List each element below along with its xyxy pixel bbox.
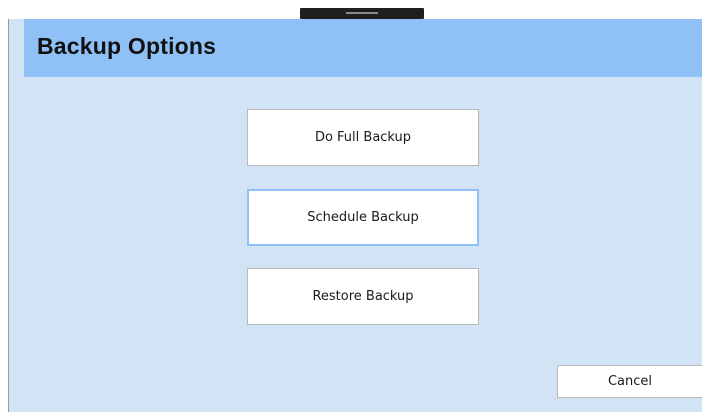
dialog-header: Backup Options bbox=[24, 19, 702, 77]
do-full-backup-button[interactable]: Do Full Backup bbox=[247, 109, 479, 166]
screen: Backup Options Do Full Backup Schedule B… bbox=[0, 0, 702, 412]
cancel-button[interactable]: Cancel bbox=[557, 365, 702, 398]
restore-backup-button[interactable]: Restore Backup bbox=[247, 268, 479, 325]
backup-options-dialog: Backup Options Do Full Backup Schedule B… bbox=[8, 19, 702, 412]
drag-handle[interactable] bbox=[300, 8, 424, 19]
grip-icon bbox=[346, 12, 378, 14]
dialog-title: Backup Options bbox=[37, 33, 217, 59]
schedule-backup-button[interactable]: Schedule Backup bbox=[247, 189, 479, 246]
